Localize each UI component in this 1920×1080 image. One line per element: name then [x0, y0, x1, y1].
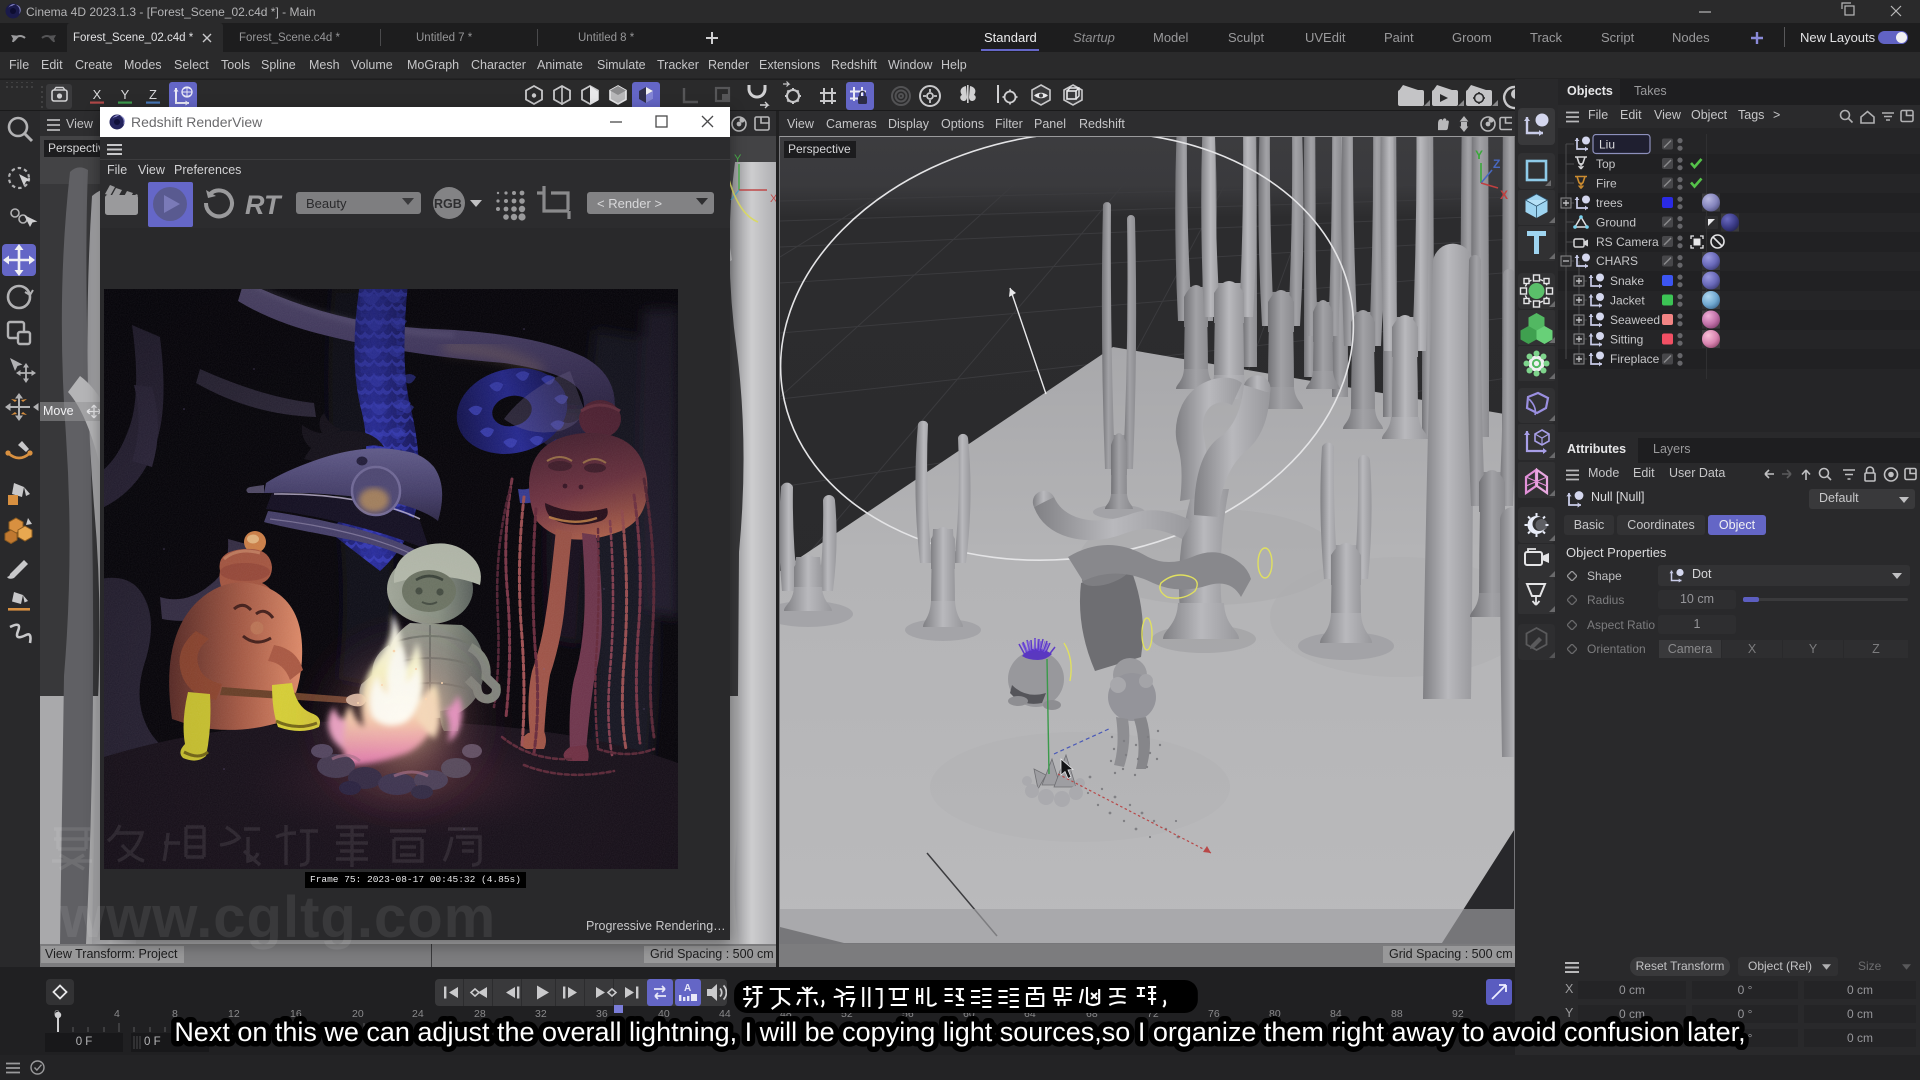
svg-text:Y: Y	[1475, 148, 1483, 162]
svg-text:A: A	[684, 983, 691, 994]
svg-text:Sitting: Sitting	[1610, 333, 1643, 347]
svg-text:Snake: Snake	[1610, 274, 1644, 288]
svg-text:Y: Y	[734, 153, 742, 165]
svg-text:RT: RT	[245, 190, 283, 220]
svg-text:Fireplace: Fireplace	[1610, 352, 1660, 366]
svg-text:trees: trees	[1596, 196, 1623, 210]
svg-text:X: X	[93, 87, 102, 102]
svg-text:CHARS: CHARS	[1596, 254, 1638, 268]
svg-text:Z: Z	[149, 87, 157, 102]
svg-text:Seaweed: Seaweed	[1610, 313, 1660, 327]
svg-text:Beauty: Beauty	[306, 196, 347, 211]
svg-text:X: X	[1500, 188, 1508, 202]
svg-text:RS Camera: RS Camera	[1596, 235, 1659, 249]
svg-text:Y: Y	[121, 87, 130, 102]
svg-text:Fire: Fire	[1596, 177, 1617, 191]
svg-text:RGB: RGB	[434, 197, 462, 211]
svg-text:Ground: Ground	[1596, 216, 1636, 230]
svg-text:Next on this we can adjust the: Next on this we can adjust the overall l…	[174, 1017, 1745, 1047]
svg-text:< Render >: < Render >	[597, 196, 662, 211]
svg-text:Liu: Liu	[1599, 138, 1615, 152]
svg-text:Jacket: Jacket	[1610, 294, 1645, 308]
svg-text:Top: Top	[1596, 157, 1616, 171]
svg-text:Z: Z	[1493, 157, 1500, 171]
